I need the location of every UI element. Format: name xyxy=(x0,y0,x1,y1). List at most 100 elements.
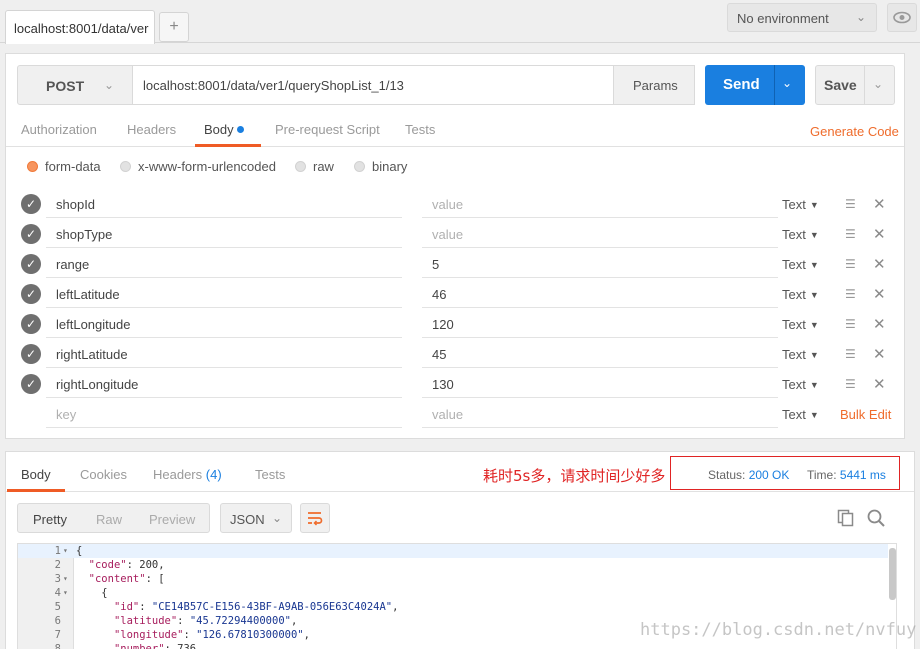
type-select[interactable]: Text ▼ xyxy=(782,257,819,272)
generate-code-link[interactable]: Generate Code xyxy=(810,124,899,139)
mode-raw[interactable]: raw xyxy=(295,159,334,174)
close-icon[interactable]: ✕ xyxy=(873,345,886,363)
save-button[interactable]: Save ⌄ xyxy=(815,65,895,105)
checkmark-icon[interactable]: ✓ xyxy=(21,284,41,304)
drag-handle-icon[interactable]: ☰ xyxy=(845,377,856,391)
tab-headers[interactable]: Headers xyxy=(127,122,176,137)
checkmark-icon[interactable]: ✓ xyxy=(21,344,41,364)
type-select[interactable]: Text ▼ xyxy=(782,377,819,392)
fold-toggle-icon[interactable]: ▾ xyxy=(63,586,68,600)
chevron-down-icon[interactable]: ⌄ xyxy=(873,77,883,91)
add-tab-button[interactable]: + xyxy=(159,12,189,42)
modified-dot-icon xyxy=(236,126,244,133)
fold-toggle-icon[interactable]: ▾ xyxy=(63,572,68,586)
tab-authorization[interactable]: Authorization xyxy=(21,122,97,137)
params-button[interactable]: Params xyxy=(613,65,695,105)
tab-tests[interactable]: Tests xyxy=(405,122,435,137)
value-input[interactable]: value xyxy=(422,189,778,218)
type-select[interactable]: Text ▼ xyxy=(782,317,819,332)
time-readout: Time: 5441 ms xyxy=(807,468,886,482)
url-input[interactable]: localhost:8001/data/ver1/queryShopList_1… xyxy=(133,65,614,105)
code-text: { xyxy=(76,587,108,599)
bulk-edit-link[interactable]: Bulk Edit xyxy=(840,407,891,422)
line-number: 3 xyxy=(54,573,61,585)
chevron-down-icon: ⌄ xyxy=(271,511,282,525)
checkmark-icon[interactable]: ✓ xyxy=(21,314,41,334)
drag-handle-icon[interactable]: ☰ xyxy=(845,227,856,241)
mode-label: form-data xyxy=(45,159,101,174)
drag-handle-icon[interactable]: ☰ xyxy=(845,197,856,211)
drag-handle-icon[interactable]: ☰ xyxy=(845,347,856,361)
close-icon[interactable]: ✕ xyxy=(873,225,886,243)
type-select[interactable]: Text ▼ xyxy=(782,287,819,302)
type-select[interactable]: Text ▼ xyxy=(782,407,819,422)
value-input[interactable]: value xyxy=(422,399,778,428)
value-input[interactable]: value xyxy=(422,219,778,248)
checkmark-icon[interactable]: ✓ xyxy=(21,254,41,274)
mode-x-www-form-urlencoded[interactable]: x-www-form-urlencoded xyxy=(120,159,276,174)
close-icon[interactable]: ✕ xyxy=(873,255,886,273)
environment-quick-look-button[interactable] xyxy=(887,3,917,32)
request-tab[interactable]: localhost:8001/data/ver xyxy=(5,10,155,44)
key-input[interactable]: leftLatitude xyxy=(46,279,402,308)
search-icon[interactable] xyxy=(866,508,886,528)
close-icon[interactable]: ✕ xyxy=(873,375,886,393)
chevron-down-icon: ⌄ xyxy=(855,10,866,24)
form-row-new: key value Text ▼ Bulk Edit xyxy=(6,399,904,429)
environment-select[interactable]: No environment ⌄ xyxy=(727,3,877,32)
tab-response-tests[interactable]: Tests xyxy=(255,467,285,482)
type-select[interactable]: Text ▼ xyxy=(782,227,819,242)
code-text: "longitude": "126.67810300000", xyxy=(113,629,310,641)
key-input[interactable]: range xyxy=(46,249,402,278)
scrollbar[interactable] xyxy=(889,548,896,600)
key-input[interactable]: leftLongitude xyxy=(46,309,402,338)
copy-icon[interactable] xyxy=(837,509,855,527)
line-number: 7 xyxy=(54,629,61,641)
view-preview[interactable]: Preview xyxy=(149,512,195,527)
line-number: 6 xyxy=(54,615,61,627)
view-mode-group: Pretty Raw Preview xyxy=(17,503,210,533)
mode-binary[interactable]: binary xyxy=(354,159,407,174)
fold-toggle-icon[interactable]: ▾ xyxy=(63,544,68,558)
mode-form-data[interactable]: form-data xyxy=(27,159,101,174)
radio-icon xyxy=(354,161,365,172)
time-value[interactable]: 5441 ms xyxy=(840,468,886,482)
key-input[interactable]: rightLatitude xyxy=(46,339,402,368)
format-select[interactable]: JSON ⌄ xyxy=(220,503,292,533)
checkmark-icon[interactable]: ✓ xyxy=(21,194,41,214)
value-input[interactable]: 5 xyxy=(422,249,778,278)
drag-handle-icon[interactable]: ☰ xyxy=(845,287,856,301)
tab-response-body[interactable]: Body xyxy=(21,467,51,482)
send-button[interactable]: Send ⌄ xyxy=(705,65,805,105)
status-value[interactable]: 200 OK xyxy=(749,468,790,482)
tab-cookies[interactable]: Cookies xyxy=(80,467,127,482)
close-icon[interactable]: ✕ xyxy=(873,315,886,333)
view-pretty[interactable]: Pretty xyxy=(33,512,67,527)
checkmark-icon[interactable]: ✓ xyxy=(21,224,41,244)
value-input[interactable]: 120 xyxy=(422,309,778,338)
caret-down-icon: ▼ xyxy=(809,320,819,330)
checkmark-icon[interactable]: ✓ xyxy=(21,374,41,394)
tab-pre-request-script[interactable]: Pre-request Script xyxy=(275,122,380,137)
value-input[interactable]: 130 xyxy=(422,369,778,398)
key-input[interactable]: shopId xyxy=(46,189,402,218)
drag-handle-icon[interactable]: ☰ xyxy=(845,257,856,271)
close-icon[interactable]: ✕ xyxy=(873,195,886,213)
key-input[interactable]: shopType xyxy=(46,219,402,248)
key-input[interactable]: key xyxy=(46,399,402,428)
tab-body[interactable]: Body xyxy=(204,122,244,137)
type-select[interactable]: Text ▼ xyxy=(782,197,819,212)
wrap-lines-button[interactable] xyxy=(300,503,330,533)
value-input[interactable]: 45 xyxy=(422,339,778,368)
close-icon[interactable]: ✕ xyxy=(873,285,886,303)
view-raw[interactable]: Raw xyxy=(96,512,122,527)
tab-response-headers[interactable]: Headers (4) xyxy=(153,467,222,482)
chevron-down-icon[interactable]: ⌄ xyxy=(782,76,792,90)
type-label: Text xyxy=(782,287,806,302)
type-select[interactable]: Text ▼ xyxy=(782,347,819,362)
key-input[interactable]: rightLongitude xyxy=(46,369,402,398)
method-select[interactable]: POST ⌄ xyxy=(17,65,133,105)
form-row: ✓ shopType value Text ▼ ☰ ✕ xyxy=(6,219,904,249)
value-input[interactable]: 46 xyxy=(422,279,778,308)
drag-handle-icon[interactable]: ☰ xyxy=(845,317,856,331)
